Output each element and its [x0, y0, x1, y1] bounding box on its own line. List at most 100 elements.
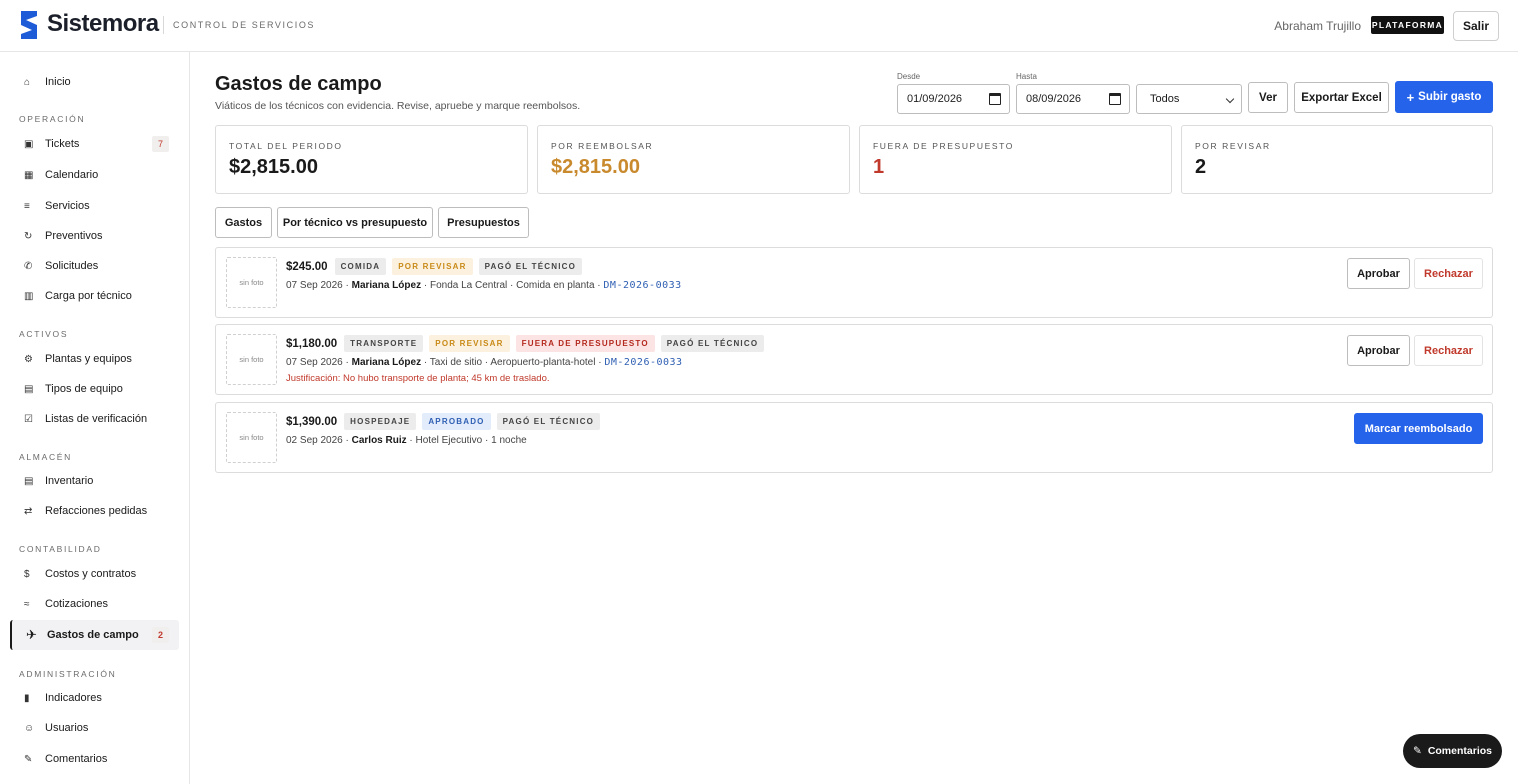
technician-name: Mariana López	[351, 280, 422, 291]
calendar-icon[interactable]	[1109, 93, 1121, 105]
plane-icon: ✈	[26, 627, 37, 642]
expense-detail: · Fonda La Central · Comida en planta ·	[423, 280, 601, 291]
sidebar-item-label: Calendario	[45, 169, 99, 181]
stat-card-to-review: POR REVISAR 2	[1181, 125, 1493, 194]
status-select-value: Todos	[1150, 93, 1180, 105]
sidebar-item-cotizaciones[interactable]: ≈ Cotizaciones	[10, 589, 179, 619]
view-button[interactable]: Ver	[1248, 82, 1288, 113]
sidebar-item-label: Inventario	[45, 475, 94, 487]
sidebar-item-carga[interactable]: ▥ Carga por técnico	[10, 281, 179, 311]
sidebar-item-tipos[interactable]: ▤ Tipos de equipo	[10, 374, 179, 404]
workload-icon: ▥	[24, 290, 34, 302]
stat-label: POR REEMBOLSAR	[551, 141, 654, 151]
reject-button[interactable]: Rechazar	[1414, 335, 1483, 366]
reject-button[interactable]: Rechazar	[1414, 258, 1483, 289]
expense-amount: $245.00	[286, 260, 328, 273]
sidebar-item-label: Refacciones pedidas	[45, 505, 148, 517]
checklist-icon: ☑	[24, 413, 33, 425]
sidebar-item-plantas[interactable]: ⚙ Plantas y equipos	[10, 344, 179, 374]
expense-date: 07 Sep 2026 ·	[286, 357, 349, 368]
sidebar-item-label: Plantas y equipos	[45, 353, 132, 365]
expense-photo-placeholder[interactable]: sin foto	[226, 334, 277, 385]
tab-presupuestos[interactable]: Presupuestos	[438, 207, 529, 238]
sidebar-item-solicitudes[interactable]: ✆ Solicitudes	[10, 251, 179, 281]
calendar-icon[interactable]	[989, 93, 1001, 105]
from-date-input[interactable]: 01/09/2026	[897, 84, 1010, 114]
category-badge: COMIDA	[334, 258, 387, 275]
sidebar-item-label: Solicitudes	[45, 260, 99, 272]
ticket-icon: ▣	[24, 138, 34, 150]
tab-gastos[interactable]: Gastos	[215, 207, 272, 238]
logout-button[interactable]: Salir	[1453, 11, 1499, 41]
sidebar-item-label: Preventivos	[45, 230, 103, 242]
expense-card: sin foto $245.00 COMIDA POR REVISAR PAGÓ…	[215, 247, 1493, 318]
service-reference-link[interactable]: DM-2026-0033	[603, 280, 681, 291]
sidebar-item-costos[interactable]: $ Costos y contratos	[10, 559, 179, 589]
section-contabilidad: CONTABILIDAD	[19, 544, 102, 554]
stat-value: $2,815.00	[229, 156, 318, 178]
sidebar-item-servicios[interactable]: ≡ Servicios	[10, 191, 179, 221]
status-badge: APROBADO	[422, 413, 491, 430]
category-badge: HOSPEDAJE	[344, 413, 417, 430]
stat-card-over-budget: FUERA DE PRESUPUESTO 1	[859, 125, 1172, 194]
expense-amount: $1,390.00	[286, 415, 338, 428]
equipment-type-icon: ▤	[24, 383, 34, 395]
expense-photo-placeholder[interactable]: sin foto	[226, 412, 277, 463]
category-badge: TRANSPORTE	[344, 335, 424, 352]
user-name: Abraham Trujillo	[1274, 19, 1361, 33]
sidebar-item-tickets[interactable]: ▣ Tickets 7	[10, 129, 179, 159]
stat-value: $2,815.00	[551, 156, 640, 178]
chevron-down-icon	[1225, 94, 1235, 104]
service-reference-link[interactable]: DM-2026-0033	[604, 357, 682, 368]
mark-reimbursed-button[interactable]: Marcar reembolsado	[1354, 413, 1483, 444]
request-icon: ✆	[24, 260, 33, 272]
sidebar-item-label: Indicadores	[45, 692, 102, 704]
from-date-value: 01/09/2026	[907, 93, 963, 105]
page-subtitle: Viáticos de los técnicos con evidencia. …	[215, 100, 581, 112]
expense-photo-placeholder[interactable]: sin foto	[226, 257, 277, 308]
sidebar-item-gastos[interactable]: ✈ Gastos de campo 2	[10, 620, 179, 650]
chart-icon: ▮	[24, 692, 30, 704]
expense-card: sin foto $1,390.00 HOSPEDAJE APROBADO PA…	[215, 402, 1493, 473]
sidebar-item-comentarios[interactable]: ✎ Comentarios	[10, 744, 179, 774]
swap-icon: ⇄	[24, 505, 33, 517]
gastos-count-badge: 2	[152, 627, 169, 643]
payer-badge: PAGÓ EL TÉCNICO	[496, 413, 601, 430]
sidebar-item-calendario[interactable]: ▦ Calendario	[10, 160, 179, 190]
brand-name[interactable]: Sistemora	[47, 10, 159, 38]
sidebar-item-preventivos[interactable]: ↻ Preventivos	[10, 221, 179, 251]
export-excel-button[interactable]: Exportar Excel	[1294, 82, 1389, 113]
section-almacen: ALMACÉN	[19, 452, 72, 462]
expense-justification: Justificación: No hubo transporte de pla…	[286, 373, 550, 384]
page-title: Gastos de campo	[215, 73, 382, 95]
stat-label: TOTAL DEL PERIODO	[229, 141, 343, 151]
to-date-label: Hasta	[1016, 72, 1037, 81]
tab-tecnico-vs-presupuesto[interactable]: Por técnico vs presupuesto	[277, 207, 433, 238]
expense-detail: · Taxi de sitio · Aeropuerto-planta-hote…	[423, 357, 602, 368]
calendar-icon: ▦	[24, 169, 34, 181]
sidebar-item-indicadores[interactable]: ▮ Indicadores	[10, 683, 179, 713]
sidebar-item-label: Servicios	[45, 200, 90, 212]
pencil-icon: ✎	[24, 753, 33, 765]
comments-fab-button[interactable]: ✎ Comentarios	[1403, 734, 1502, 768]
to-date-input[interactable]: 08/09/2026	[1016, 84, 1130, 114]
sidebar-item-inventario[interactable]: ▤ Inventario	[10, 466, 179, 496]
sidebar-item-label: Comentarios	[45, 753, 108, 765]
stat-value: 1	[873, 156, 885, 178]
upload-expense-button[interactable]: + Subir gasto	[1395, 81, 1493, 113]
sistemora-logo-icon[interactable]	[18, 9, 40, 41]
approve-button[interactable]: Aprobar	[1347, 335, 1410, 366]
top-bar: Sistemora CONTROL DE SERVICIOS Abraham T…	[0, 0, 1518, 52]
approve-button[interactable]: Aprobar	[1347, 258, 1410, 289]
section-administracion: ADMINISTRACIÓN	[19, 669, 117, 679]
sidebar-item-refacciones[interactable]: ⇄ Refacciones pedidas	[10, 496, 179, 526]
sidebar-item-inicio[interactable]: ⌂ Inicio	[10, 67, 179, 97]
dollar-icon: $	[24, 568, 30, 580]
sidebar-item-listas[interactable]: ☑ Listas de verificación	[10, 404, 179, 434]
from-date-label: Desde	[897, 72, 921, 81]
gear-icon: ⚙	[24, 353, 33, 365]
comments-fab-label: Comentarios	[1427, 745, 1492, 757]
sidebar-item-usuarios[interactable]: ☺ Usuarios	[10, 713, 179, 743]
stat-label: FUERA DE PRESUPUESTO	[873, 141, 1014, 151]
status-select[interactable]: Todos	[1136, 84, 1242, 114]
